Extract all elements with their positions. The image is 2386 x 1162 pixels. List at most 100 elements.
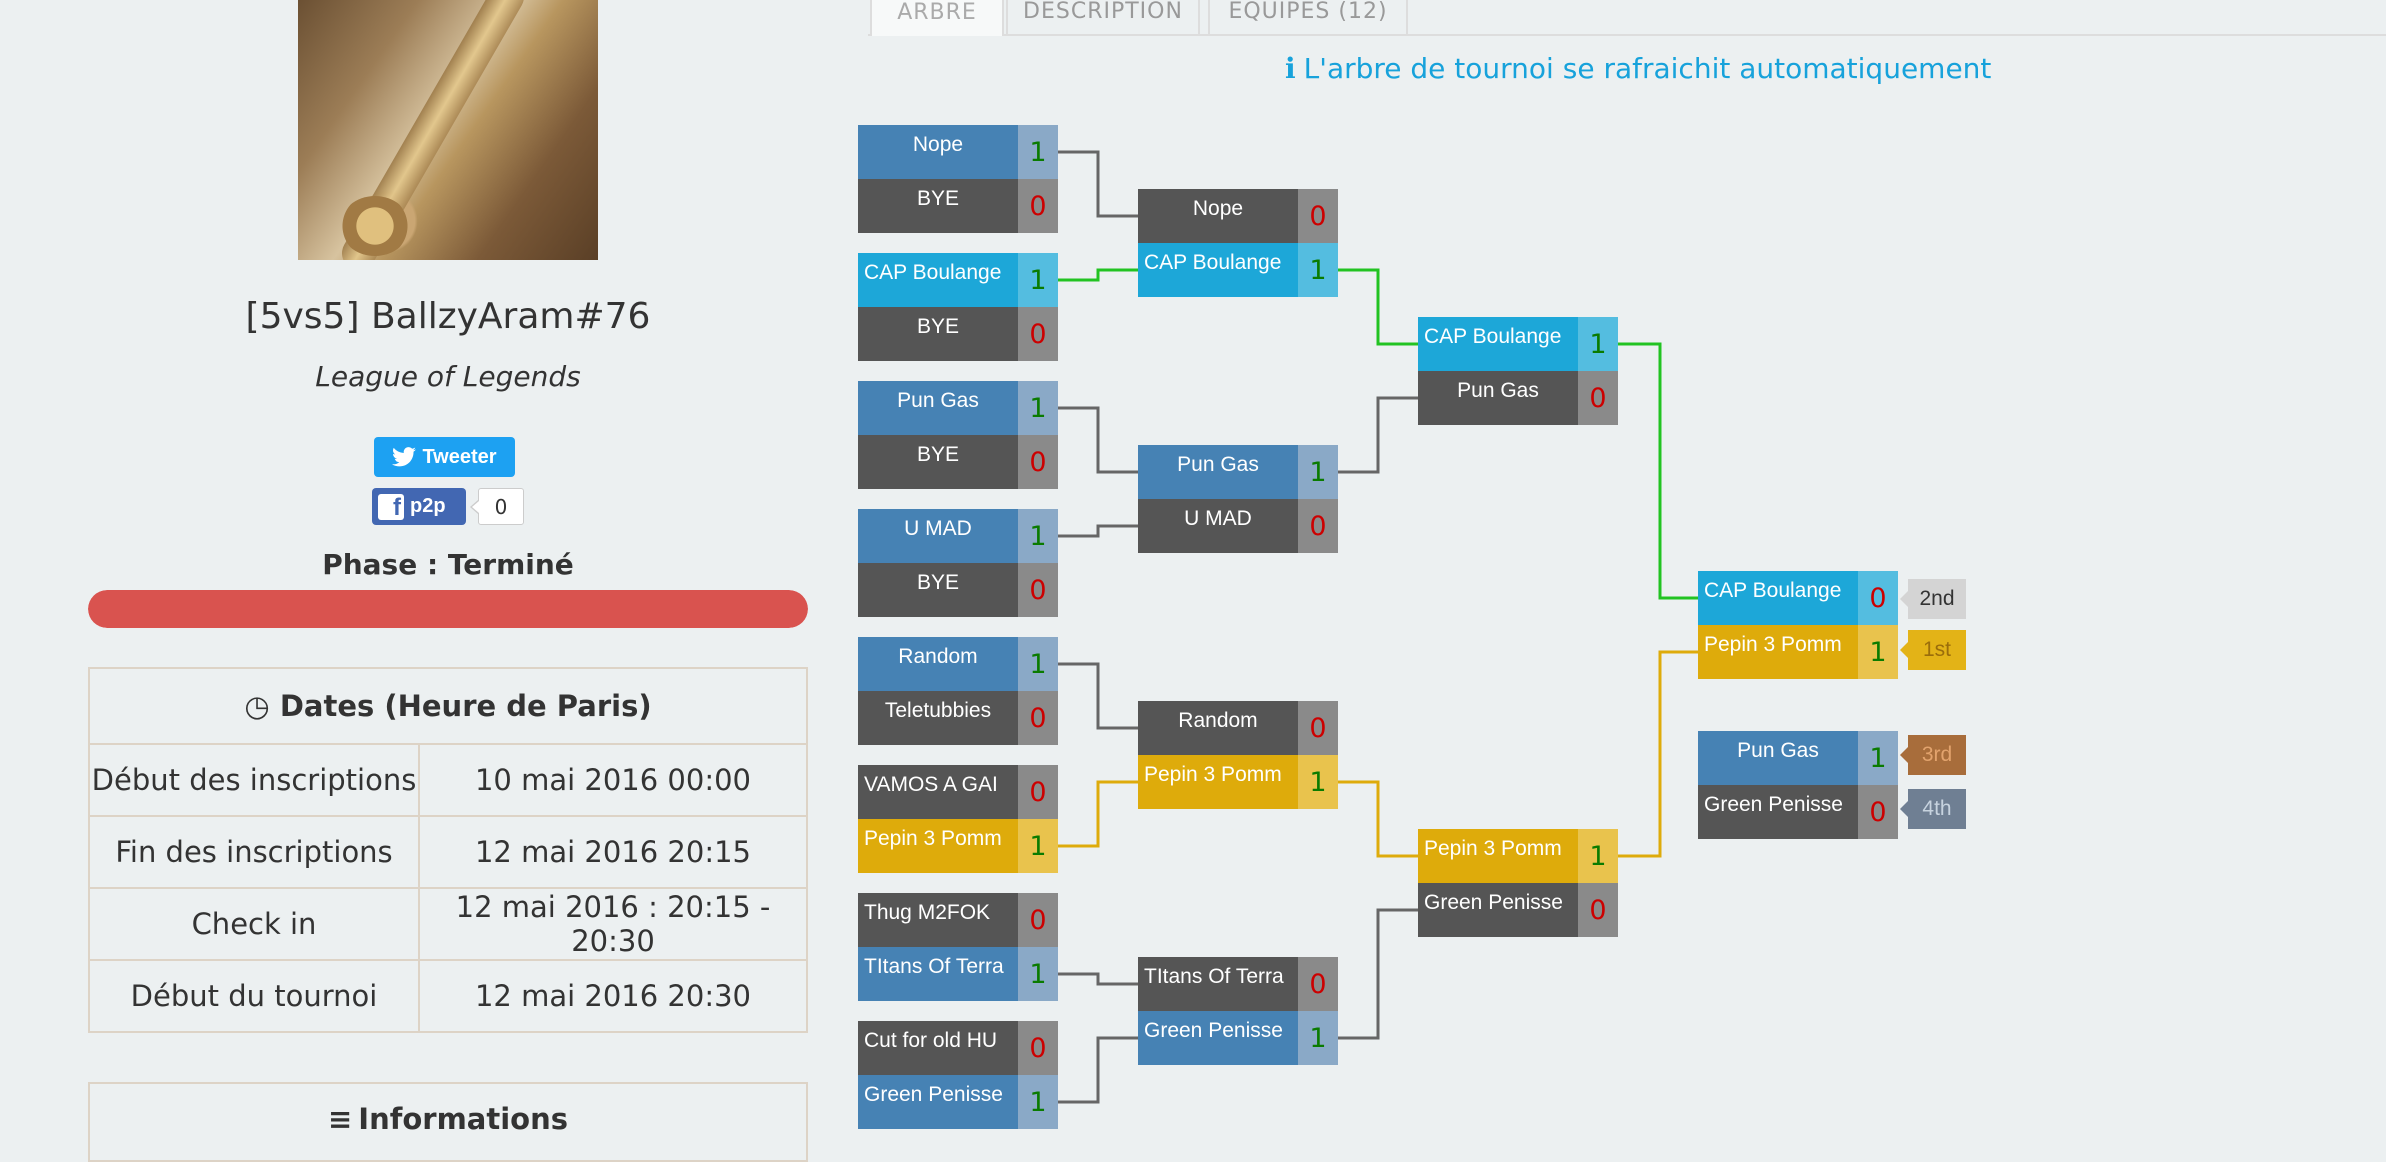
team-score: 0 [1298,499,1338,553]
bracket-slot[interactable]: Pepin 3 Pomm 1 [858,819,1058,873]
tab-equipes[interactable]: EQUIPES (12) [1208,0,1408,34]
team-name: Pun Gas [1138,445,1298,499]
bracket-slot[interactable]: Nope 0 [1138,189,1338,243]
team-name: Pun Gas [1698,731,1858,785]
date-label: Début des inscriptions [88,743,420,817]
team-score: 1 [1018,253,1058,307]
team-name: CAP Boulange [1698,571,1858,625]
dates-table: ◷ Dates (Heure de Paris) Début des inscr… [88,667,808,1033]
connector-line [1058,524,1138,538]
bracket-slot[interactable]: TItans Of Terra 0 [1138,957,1338,1011]
bracket-slot[interactable]: CAP Boulange 1 [858,253,1058,307]
team-score: 0 [1018,435,1058,489]
bracket-slot[interactable]: Cut for old HU 0 [858,1021,1058,1075]
table-row: Début des inscriptions 10 mai 2016 00:00 [88,743,808,817]
bracket-slot[interactable]: Pepin 3 Pomm 1 [1138,755,1338,809]
bracket-slot[interactable]: CAP Boulange 1 [1418,317,1618,371]
facebook-share-button[interactable]: f p2p [372,488,466,525]
place-badge-fourth: 4th [1900,789,1966,829]
bracket-slot[interactable]: Nope 1 [858,125,1058,179]
connector-line [1338,780,1418,858]
bracket-slot[interactable]: Random 0 [1138,701,1338,755]
auto-refresh-text: L'arbre de tournoi se rafraichit automat… [1303,52,1992,85]
team-score: 1 [1578,829,1618,883]
team-name: Green Penisse [858,1075,1018,1129]
team-name: Teletubbies [858,691,1018,745]
bracket-slot[interactable]: VAMOS A GAI 0 [858,765,1058,819]
bracket-slot[interactable]: Green Penisse 1 [1138,1011,1338,1065]
bracket-slot[interactable]: Pun Gas 0 [1418,371,1618,425]
bracket-slot[interactable]: TItans Of Terra 1 [858,947,1058,1001]
team-score: 1 [1018,1075,1058,1129]
tweet-button[interactable]: Tweeter [374,437,515,477]
list-icon: ≡ [327,1102,353,1136]
tab-arbre[interactable]: ARBRE [870,0,1004,36]
place-badge-third: 3rd [1900,735,1966,775]
dates-header: ◷ Dates (Heure de Paris) [88,667,808,745]
bracket-slot[interactable]: Pun Gas 1 [1138,445,1338,499]
bracket-slot-final[interactable]: CAP Boulange 0 [1698,571,1898,625]
bracket-slot[interactable]: BYE 0 [858,563,1058,617]
team-score: 0 [1578,883,1618,937]
bracket-slot-final[interactable]: Pepin 3 Pomm 1 [1698,625,1898,679]
date-value: 12 mai 2016 20:30 [418,959,808,1033]
bracket-slot[interactable]: Green Penisse 1 [858,1075,1058,1129]
bracket-slot[interactable]: U MAD 0 [1138,499,1338,553]
bracket-slot[interactable]: U MAD 1 [858,509,1058,563]
bracket-slot[interactable]: CAP Boulange 1 [1138,243,1338,297]
connector-line [1058,268,1138,282]
connector-line [1338,268,1418,346]
team-score: 1 [1298,243,1338,297]
team-name: Random [1138,701,1298,755]
facebook-share-count: 0 [470,488,524,525]
date-value: 12 mai 2016 : 20:15 - 20:30 [418,887,808,961]
bracket-slot-third-place[interactable]: Green Penisse 0 [1698,785,1898,839]
table-row: Début du tournoi 12 mai 2016 20:30 [88,959,808,1033]
clock-icon: ◷ [244,689,270,723]
bracket-slot[interactable]: Thug M2FOK 0 [858,893,1058,947]
bracket-slot[interactable]: Pepin 3 Pomm 1 [1418,829,1618,883]
team-name: Pepin 3 Pomm [1698,625,1858,679]
phase-progress-bar [88,590,808,628]
connector-line [1338,396,1418,474]
date-value: 12 mai 2016 20:15 [418,815,808,889]
informations-header: Informations [358,1102,568,1136]
team-name: BYE [858,435,1018,489]
bracket-slot[interactable]: Random 1 [858,637,1058,691]
table-row: Check in 12 mai 2016 : 20:15 - 20:30 [88,887,808,961]
date-value: 10 mai 2016 00:00 [418,743,808,817]
phase-progress-fill [88,590,808,628]
bracket-slot[interactable]: Green Penisse 0 [1418,883,1618,937]
place-badge-second: 2nd [1900,579,1966,619]
team-name: Pun Gas [858,381,1018,435]
team-name: Green Penisse [1418,883,1578,937]
team-score: 0 [1298,189,1338,243]
bracket-slot[interactable]: Pun Gas 1 [858,381,1058,435]
team-score: 0 [1858,785,1898,839]
bracket-slot[interactable]: BYE 0 [858,435,1058,489]
team-name: Pepin 3 Pomm [1418,829,1578,883]
info-icon: i [1285,52,1296,85]
team-score: 0 [1018,307,1058,361]
tab-bar: ARBRE DESCRIPTION EQUIPES (12) [868,0,2386,36]
informations-panel: ≡ Informations [88,1082,808,1162]
tab-description[interactable]: DESCRIPTION [1006,0,1200,34]
team-score: 0 [1858,571,1898,625]
bracket-slot[interactable]: Teletubbies 0 [858,691,1058,745]
team-name: BYE [858,307,1018,361]
team-score: 1 [1858,731,1898,785]
team-score: 1 [1858,625,1898,679]
connector-line [1058,972,1138,986]
connector-line [1058,406,1138,474]
team-score: 0 [1018,1021,1058,1075]
facebook-icon: f [378,493,404,520]
bracket-slot[interactable]: BYE 0 [858,179,1058,233]
team-name: Random [858,637,1018,691]
team-score: 0 [1018,765,1058,819]
date-label: Check in [88,887,420,961]
bracket-slot-third-place[interactable]: Pun Gas 1 [1698,731,1898,785]
team-name: Nope [858,125,1018,179]
bracket-slot[interactable]: BYE 0 [858,307,1058,361]
auto-refresh-notice: i L'arbre de tournoi se rafraichit autom… [1285,52,1991,85]
team-score: 0 [1018,893,1058,947]
